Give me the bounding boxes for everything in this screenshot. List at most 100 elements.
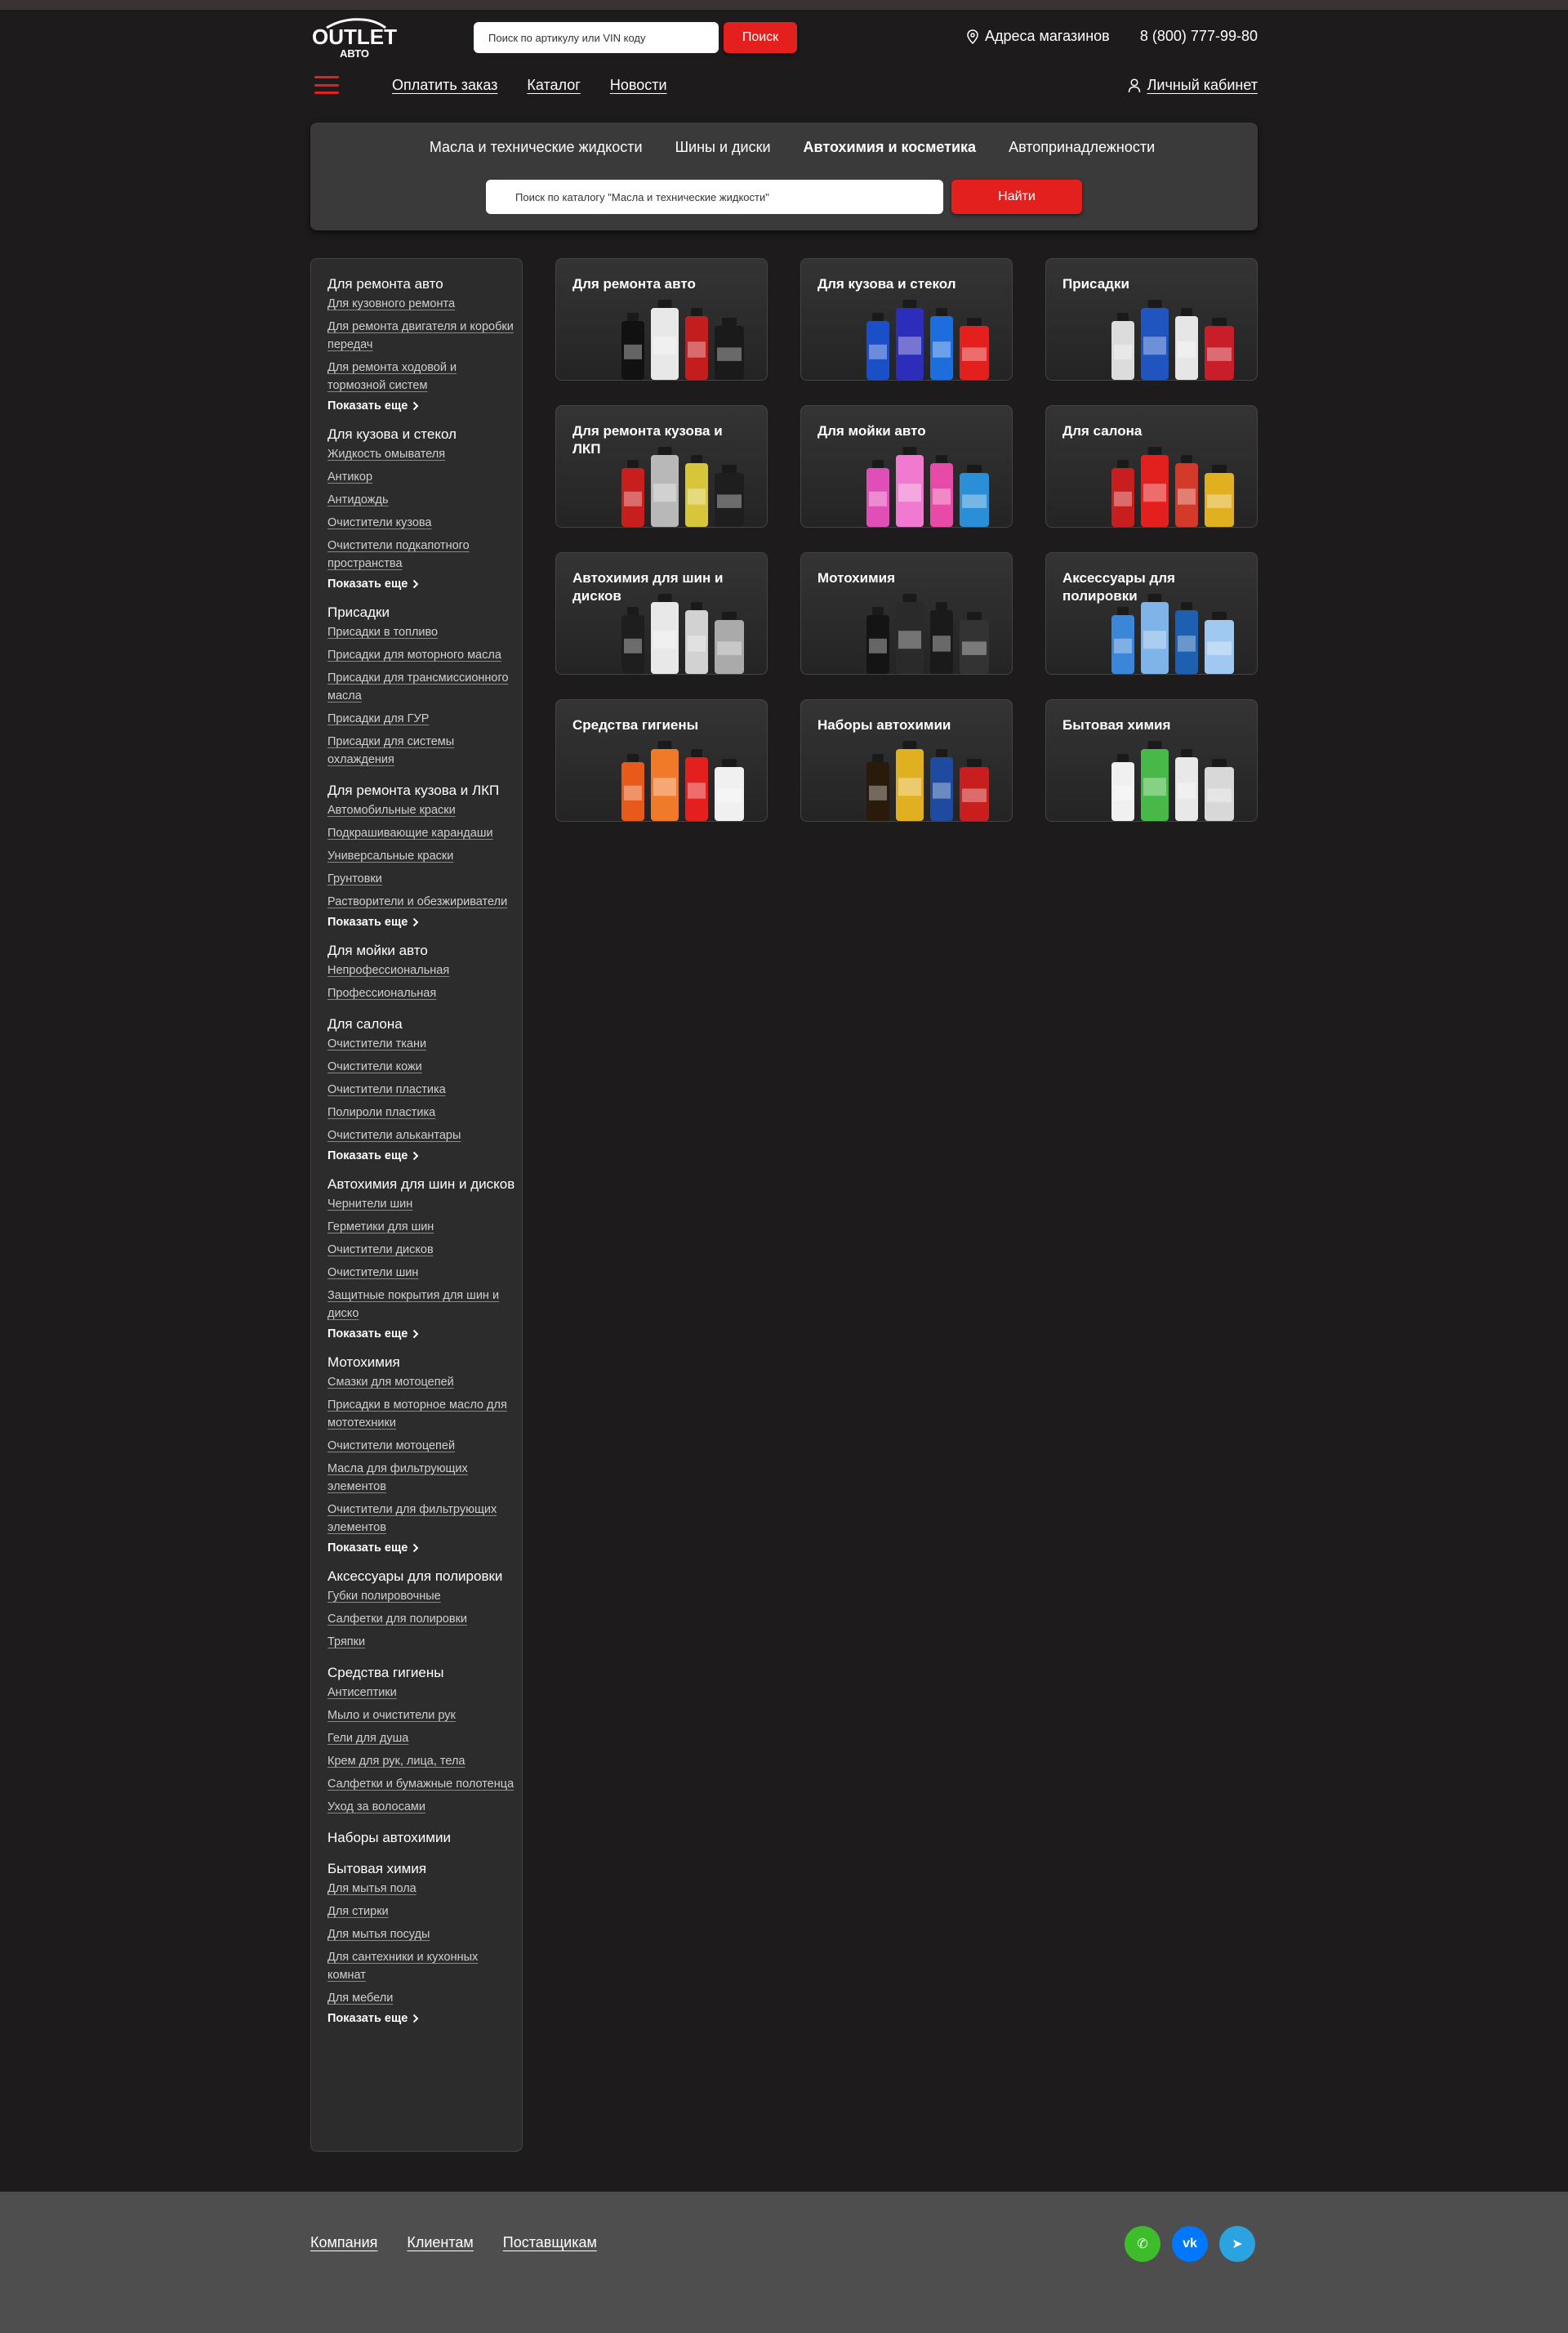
sidebar-link[interactable]: Присадки в топливо [327,626,438,639]
sidebar-link[interactable]: Растворители и обезжириватели [327,895,507,908]
sidebar-link[interactable]: Для кузовного ремонта [327,297,455,310]
sidebar-link[interactable]: Для ремонта двигателя и коробки передач [327,320,514,351]
sidebar-link[interactable]: Уход за волосами [327,1800,425,1813]
show-more-button[interactable]: Показать еще [327,399,522,413]
show-more-button[interactable]: Показать еще [327,2012,522,2025]
sidebar-link[interactable]: Для мебели [327,1992,393,2005]
sidebar-link[interactable]: Очистители для фильтрующих элементов [327,1503,497,1534]
sidebar-link[interactable]: Очистители алькантары [327,1129,461,1142]
footer-link-suppliers[interactable]: Поставщикам [503,2234,597,2251]
category-card[interactable]: Для мойки авто [800,405,1013,528]
stores-link[interactable]: Адреса магазинов [967,28,1110,45]
category-card[interactable]: Для ремонта кузова и ЛКП [555,405,768,528]
category-card[interactable]: Присадки [1045,258,1258,381]
sidebar-group-title[interactable]: Присадки [327,604,522,622]
sidebar-link[interactable]: Очистители подкапотного пространства [327,539,470,570]
vk-icon[interactable]: vk [1172,2226,1208,2262]
sidebar-link[interactable]: Мыло и очистители рук [327,1709,456,1722]
whatsapp-icon[interactable]: ✆ [1125,2226,1160,2262]
sidebar-link[interactable]: Тряпки [327,1635,365,1648]
phone-number[interactable]: 8 (800) 777-99-80 [1140,28,1258,45]
sidebar-group-title[interactable]: Аксессуары для полировки [327,1568,522,1586]
show-more-button[interactable]: Показать еще [327,578,522,591]
sidebar-link[interactable]: Жидкость омывателя [327,448,445,461]
sidebar-link[interactable]: Для стирки [327,1905,389,1918]
footer-link-company[interactable]: Компания [310,2234,377,2251]
sidebar-link[interactable]: Присадки для моторного масла [327,649,501,662]
category-card[interactable]: Бытовая химия [1045,699,1258,822]
sidebar-link[interactable]: Антидождь [327,493,389,506]
category-card[interactable]: Средства гигиены [555,699,768,822]
sidebar-link[interactable]: Антикор [327,471,372,484]
logo[interactable]: OUTLET АВТО [310,16,399,62]
sidebar-link[interactable]: Универсальные краски [327,850,453,863]
personal-cabinet-link[interactable]: Личный кабинет [1128,77,1258,94]
category-card[interactable]: Для салона [1045,405,1258,528]
category-card[interactable]: Аксессуары для полировки [1045,552,1258,675]
sidebar-link[interactable]: Губки полировочные [327,1590,441,1603]
sidebar-link[interactable]: Очистители кузова [327,516,431,529]
sidebar-link[interactable]: Для мытья посуды [327,1928,430,1941]
sidebar-link[interactable]: Очистители ткани [327,1037,426,1051]
footer-link-clients[interactable]: Клиентам [407,2234,473,2251]
nav-link-pay-order[interactable]: Оплатить заказ [392,77,497,94]
sidebar-link[interactable]: Присадки для системы охлаждения [327,735,454,766]
sidebar-link[interactable]: Чернители шин [327,1198,412,1211]
sidebar-group-title[interactable]: Для мойки авто [327,942,522,960]
sidebar-link[interactable]: Герметики для шин [327,1220,434,1233]
sidebar-group-title[interactable]: Для кузова и стекол [327,426,522,444]
sidebar-link[interactable]: Антисептики [327,1686,397,1699]
nav-link-news[interactable]: Новости [610,77,667,94]
sidebar-group-title[interactable]: Бытовая химия [327,1860,522,1878]
catalog-search-button[interactable]: Найти [951,180,1082,214]
sidebar-link[interactable]: Подкрашивающие карандаши [327,827,493,840]
sidebar-link[interactable]: Присадки для трансмиссионного масла [327,671,509,703]
catalog-search-input[interactable] [486,180,943,214]
sidebar-link[interactable]: Для ремонта ходовой и тормозной систем [327,361,457,392]
sidebar-link[interactable]: Очистители пластика [327,1083,446,1096]
sidebar-link[interactable]: Присадки для ГУР [327,712,429,725]
tab-accessories[interactable]: Автопринадлежности [1009,139,1155,156]
sidebar-link[interactable]: Грунтовки [327,872,382,885]
sidebar-link[interactable]: Присадки в моторное масло для мототехник… [327,1398,507,1430]
sidebar-link[interactable]: Масла для фильтрующих элементов [327,1462,468,1493]
sidebar-group-title[interactable]: Для ремонта кузова и ЛКП [327,782,522,800]
telegram-icon[interactable]: ➤ [1219,2226,1255,2262]
category-card[interactable]: Для ремонта авто [555,258,768,381]
sidebar-link[interactable]: Автомобильные краски [327,804,456,817]
sidebar-link[interactable]: Салфетки для полировки [327,1613,467,1626]
sidebar-link[interactable]: Непрофессиональная [327,964,449,977]
nav-link-catalog[interactable]: Каталог [527,77,580,94]
tab-autochemistry[interactable]: Автохимия и косметика [804,139,977,156]
tab-tires[interactable]: Шины и диски [675,139,771,156]
sidebar-link[interactable]: Крем для рук, лица, тела [327,1755,466,1768]
vin-search-button[interactable]: Поиск [724,22,797,53]
tab-oils[interactable]: Масла и технические жидкости [430,139,643,156]
sidebar-group-title[interactable]: Мотохимия [327,1354,522,1372]
show-more-button[interactable]: Показать еще [327,916,522,929]
sidebar-group-title[interactable]: Автохимия для шин и дисков [327,1175,522,1193]
sidebar-group-title[interactable]: Наборы автохимии [327,1829,522,1847]
category-card[interactable]: Автохимия для шин и дисков [555,552,768,675]
show-more-button[interactable]: Показать еще [327,1149,522,1162]
show-more-button[interactable]: Показать еще [327,1541,522,1555]
sidebar-link[interactable]: Очистители мотоцепей [327,1439,455,1452]
category-card[interactable]: Для кузова и стекол [800,258,1013,381]
sidebar-link[interactable]: Очистители кожи [327,1060,422,1073]
sidebar-link[interactable]: Полироли пластика [327,1106,435,1119]
sidebar-group-title[interactable]: Средства гигиены [327,1664,522,1682]
sidebar-link[interactable]: Для сантехники и кухонных комнат [327,1951,478,1982]
category-card[interactable]: Мотохимия [800,552,1013,675]
vin-search-input[interactable] [474,22,719,53]
sidebar-link[interactable]: Смазки для мотоцепей [327,1376,454,1389]
sidebar-link[interactable]: Гели для душа [327,1732,408,1745]
category-card[interactable]: Наборы автохимии [800,699,1013,822]
sidebar-link[interactable]: Салфетки и бумажные полотенца [327,1778,514,1791]
sidebar-link[interactable]: Очистители дисков [327,1243,434,1256]
sidebar-link[interactable]: Очистители шин [327,1266,418,1279]
sidebar-group-title[interactable]: Для салона [327,1015,522,1033]
menu-burger-icon[interactable] [314,76,339,94]
show-more-button[interactable]: Показать еще [327,1327,522,1340]
sidebar-link[interactable]: Для мытья пола [327,1882,416,1895]
sidebar-link[interactable]: Защитные покрытия для шин и диско [327,1289,499,1320]
